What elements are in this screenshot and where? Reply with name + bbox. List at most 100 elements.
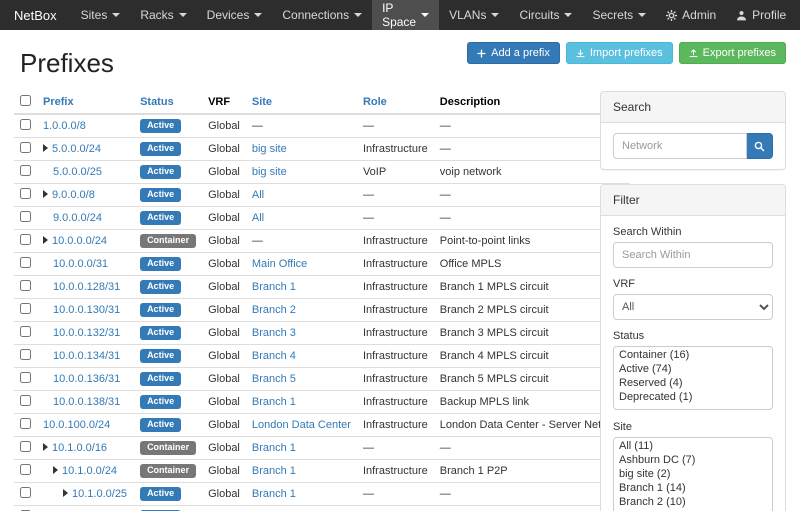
prefix-link[interactable]: 10.0.0.138/31 (53, 396, 120, 408)
nav-item-sites[interactable]: Sites (71, 0, 131, 30)
search-within-input[interactable] (613, 242, 773, 268)
prefix-link[interactable]: 10.0.0.136/31 (53, 373, 120, 385)
prefix-link[interactable]: 10.0.100.0/24 (43, 419, 110, 431)
row-checkbox[interactable] (20, 234, 31, 245)
vrf-cell: Global (202, 230, 246, 253)
table-row: 10.1.0.0/24ContainerGlobalBranch 1Infras… (14, 460, 630, 483)
expand-caret-icon[interactable] (43, 144, 48, 152)
prefix-link[interactable]: 9.0.0.0/8 (52, 189, 95, 201)
row-checkbox[interactable] (20, 395, 31, 406)
row-checkbox[interactable] (20, 349, 31, 360)
search-button[interactable] (747, 133, 773, 159)
prefix-link[interactable]: 1.0.0.0/8 (43, 120, 86, 132)
prefix-link[interactable]: 5.0.0.0/25 (53, 166, 102, 178)
row-checkbox[interactable] (20, 464, 31, 475)
row-checkbox[interactable] (20, 142, 31, 153)
row-checkbox[interactable] (20, 487, 31, 498)
status-cell: Active (134, 322, 202, 345)
site-link[interactable]: Branch 4 (252, 350, 296, 362)
nav-item-connections[interactable]: Connections (272, 0, 372, 30)
status-badge: Container (140, 441, 196, 455)
row-checkbox[interactable] (20, 165, 31, 176)
column-header-vrf: VRF (202, 91, 246, 114)
expand-caret-icon[interactable] (53, 466, 58, 474)
status-select[interactable]: Container (16)Active (74)Reserved (4)Dep… (613, 346, 773, 410)
sort-link-prefix[interactable]: Prefix (43, 96, 74, 108)
row-checkbox[interactable] (20, 326, 31, 337)
row-checkbox[interactable] (20, 303, 31, 314)
prefix-link[interactable]: 10.0.0.130/31 (53, 304, 120, 316)
prefix-link[interactable]: 10.1.0.0/16 (52, 442, 107, 454)
row-checkbox[interactable] (20, 280, 31, 291)
site-link[interactable]: Branch 3 (252, 327, 296, 339)
nav-item-label: Racks (140, 8, 173, 22)
site-select[interactable]: All (11)Ashburn DC (7)big site (2)Branch… (613, 437, 773, 511)
site-cell: Main Office (246, 253, 357, 276)
expand-caret-icon[interactable] (63, 489, 68, 497)
site-link[interactable]: Branch 5 (252, 373, 296, 385)
status-cell: Active (134, 253, 202, 276)
row-checkbox[interactable] (20, 188, 31, 199)
site-link[interactable]: big site (252, 143, 287, 155)
row-checkbox[interactable] (20, 119, 31, 130)
nav-item-ip-space[interactable]: IP Space (372, 0, 439, 30)
site-link[interactable]: Branch 1 (252, 442, 296, 454)
nav-log-out-link[interactable]: Log out (796, 0, 800, 30)
prefix-link[interactable]: 10.0.0.134/31 (53, 350, 120, 362)
vrf-select[interactable]: All (613, 294, 773, 320)
row-checkbox[interactable] (20, 441, 31, 452)
sort-link-status[interactable]: Status (140, 96, 174, 108)
sort-link-role[interactable]: Role (363, 96, 387, 108)
site-link[interactable]: All (252, 212, 264, 224)
row-checkbox[interactable] (20, 257, 31, 268)
checkbox-cell (14, 483, 37, 506)
nav-item-label: Connections (282, 8, 349, 22)
add-a-prefix-button[interactable]: Add a prefix (467, 42, 560, 64)
site-link[interactable]: Branch 2 (252, 304, 296, 316)
row-checkbox[interactable] (20, 418, 31, 429)
nav-item-vlans[interactable]: VLANs (439, 0, 509, 30)
site-link[interactable]: Branch 1 (252, 396, 296, 408)
prefix-link[interactable]: 9.0.0.0/24 (53, 212, 102, 224)
nav-profile-link[interactable]: Profile (726, 0, 796, 30)
checkbox-cell (14, 230, 37, 253)
row-checkbox[interactable] (20, 211, 31, 222)
nav-admin-link[interactable]: Admin (656, 0, 726, 30)
prefix-cell: 10.0.0.138/31 (37, 391, 134, 414)
site-link[interactable]: Main Office (252, 258, 307, 270)
status-badge: Active (140, 395, 181, 409)
expand-caret-icon[interactable] (43, 443, 48, 451)
status-cell: Active (134, 483, 202, 506)
user-icon (736, 10, 747, 21)
prefix-link[interactable]: 10.1.0.0/24 (62, 465, 117, 477)
nav-item-label: IP Space (382, 1, 416, 29)
prefix-link[interactable]: 10.0.0.0/24 (52, 235, 107, 247)
nav-item-devices[interactable]: Devices (197, 0, 273, 30)
site-link[interactable]: London Data Center (252, 419, 351, 431)
nav-item-circuits[interactable]: Circuits (509, 0, 582, 30)
expand-caret-icon[interactable] (43, 190, 48, 198)
select-all-checkbox[interactable] (20, 95, 31, 106)
row-checkbox[interactable] (20, 372, 31, 383)
chevron-down-icon (491, 13, 499, 17)
nav-item-racks[interactable]: Racks (130, 0, 196, 30)
prefix-link[interactable]: 5.0.0.0/24 (52, 143, 101, 155)
site-link[interactable]: Branch 1 (252, 465, 296, 477)
nav-item-secrets[interactable]: Secrets (582, 0, 656, 30)
prefix-link[interactable]: 10.1.0.0/25 (72, 488, 127, 500)
export-prefixes-button[interactable]: Export prefixes (679, 42, 786, 64)
expand-caret-icon[interactable] (43, 236, 48, 244)
prefix-link[interactable]: 10.0.0.0/31 (53, 258, 108, 270)
app-brand[interactable]: NetBox (0, 0, 71, 30)
import-prefixes-button[interactable]: Import prefixes (566, 42, 673, 64)
site-link[interactable]: All (252, 189, 264, 201)
prefix-link[interactable]: 10.0.0.128/31 (53, 281, 120, 293)
sort-link-site[interactable]: Site (252, 96, 272, 108)
site-link[interactable]: Branch 1 (252, 488, 296, 500)
prefix-link[interactable]: 10.0.0.132/31 (53, 327, 120, 339)
site-link[interactable]: Branch 1 (252, 281, 296, 293)
site-link[interactable]: big site (252, 166, 287, 178)
role-cell: Infrastructure (357, 391, 434, 414)
search-input[interactable] (613, 133, 747, 159)
chevron-down-icon (354, 13, 362, 17)
